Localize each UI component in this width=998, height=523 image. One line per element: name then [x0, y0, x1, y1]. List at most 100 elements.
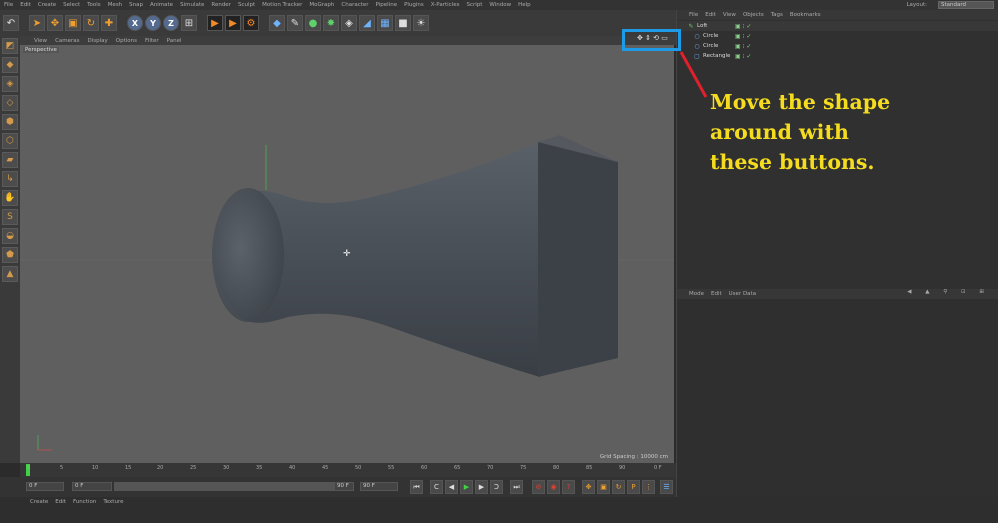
key-scale-icon[interactable]: ▣ [597, 480, 610, 494]
material-menu-function[interactable]: Function [73, 499, 96, 505]
enable-axis-icon[interactable]: ↳ [2, 171, 18, 187]
menu-animate[interactable]: Animate [150, 2, 173, 8]
layout-select[interactable]: Standard [938, 1, 994, 9]
object-item-circle-2[interactable]: ○ Circle ▣ ⁝ ✓ [677, 41, 998, 51]
menu-render[interactable]: Render [211, 2, 231, 8]
tweak-icon[interactable]: ✋ [2, 190, 18, 206]
visibility-flags-icon[interactable]: ▣ ⁝ ✓ [735, 33, 751, 40]
material-menu-edit[interactable]: Edit [55, 499, 66, 505]
camera-icon[interactable]: ■ [395, 15, 411, 31]
cube-primitive-icon[interactable]: ◆ [269, 15, 285, 31]
menu-script[interactable]: Script [466, 2, 482, 8]
menu-motion-tracker[interactable]: Motion Tracker [262, 2, 302, 8]
snap-icon[interactable]: S [2, 209, 18, 225]
viewport-menu-cameras[interactable]: Cameras [55, 38, 79, 44]
visibility-flags-icon[interactable]: ▣ ⁝ ✓ [735, 43, 751, 50]
deformer-icon[interactable]: ◈ [341, 15, 357, 31]
scale-tool-icon[interactable]: ▣ [65, 15, 81, 31]
y-axis-toggle[interactable]: Y [145, 15, 161, 31]
menu-sculpt[interactable]: Sculpt [238, 2, 255, 8]
menu-snap[interactable]: Snap [129, 2, 143, 8]
om-menu-tags[interactable]: Tags [771, 12, 783, 18]
om-menu-edit[interactable]: Edit [705, 12, 716, 18]
attr-menu-edit[interactable]: Edit [711, 291, 722, 297]
menu-mograph[interactable]: MoGraph [309, 2, 334, 8]
model-mode-icon[interactable]: ◆ [2, 57, 18, 73]
floor-icon[interactable]: ◢ [359, 15, 375, 31]
start-frame-field[interactable]: 0 F [72, 482, 112, 491]
next-key-icon[interactable]: Ↄ [490, 480, 503, 494]
key-rotation-icon[interactable]: ↻ [612, 480, 625, 494]
x-axis-toggle[interactable]: X [127, 15, 143, 31]
previous-frame-icon[interactable]: ◀ [445, 480, 458, 494]
menu-mesh[interactable]: Mesh [108, 2, 122, 8]
menu-edit[interactable]: Edit [20, 2, 31, 8]
attribute-nav-icons[interactable]: ◀ ▲ ⚲ ⊡ ⊞ [907, 289, 990, 295]
next-frame-icon[interactable]: ▶ [475, 480, 488, 494]
object-item-loft[interactable]: ✎ Loft ▣ ⁝ ✓ [677, 21, 998, 31]
make-editable-icon[interactable]: ◩ [2, 38, 18, 54]
om-menu-objects[interactable]: Objects [743, 12, 764, 18]
soft-selection-icon[interactable]: ◒ [2, 228, 18, 244]
viewport-menu-options[interactable]: Options [116, 38, 137, 44]
motion-system-icon[interactable]: ☰ [660, 480, 673, 494]
key-pla-icon[interactable]: ⋮ [642, 480, 655, 494]
attr-menu-mode[interactable]: Mode [689, 291, 704, 297]
key-position-icon[interactable]: ✥ [582, 480, 595, 494]
visibility-flags-icon[interactable]: ▣ ⁝ ✓ [735, 23, 751, 30]
workplane-icon[interactable]: ⬟ [2, 247, 18, 263]
keyframe-selection-icon[interactable]: ? [562, 480, 575, 494]
go-to-start-icon[interactable]: ⏮ [410, 480, 423, 494]
end-frame-field[interactable]: 90 F [334, 482, 354, 491]
attr-menu-user-data[interactable]: User Data [729, 291, 756, 297]
edges-mode-icon[interactable]: ⬡ [2, 133, 18, 149]
undo-icon[interactable]: ↶ [3, 15, 19, 31]
rotate-tool-icon[interactable]: ↻ [83, 15, 99, 31]
go-to-end-icon[interactable]: ⏭ [510, 480, 523, 494]
menu-pipeline[interactable]: Pipeline [376, 2, 398, 8]
polygons-mode-icon[interactable]: ▰ [2, 152, 18, 168]
z-axis-toggle[interactable]: Z [163, 15, 179, 31]
menu-select[interactable]: Select [63, 2, 80, 8]
menu-simulate[interactable]: Simulate [180, 2, 204, 8]
record-active-icon[interactable]: ⊘ [532, 480, 545, 494]
render-view-icon[interactable]: ▶ [207, 15, 223, 31]
menu-create[interactable]: Create [38, 2, 56, 8]
select-arrow-icon[interactable]: ➤ [29, 15, 45, 31]
scene-object-icon[interactable]: ▦ [377, 15, 393, 31]
menu-tools[interactable]: Tools [87, 2, 101, 8]
object-item-rectangle[interactable]: ▢ Rectangle ▣ ⁝ ✓ [677, 51, 998, 61]
om-menu-view[interactable]: View [723, 12, 736, 18]
max-frame-field[interactable]: 90 F [360, 482, 398, 491]
workplane-mode-icon[interactable]: ◇ [2, 95, 18, 111]
add-tool-icon[interactable]: ✚ [101, 15, 117, 31]
pen-spline-icon[interactable]: ✎ [287, 15, 303, 31]
points-mode-icon[interactable]: ⬢ [2, 114, 18, 130]
om-menu-file[interactable]: File [689, 12, 698, 18]
frame-range-slider[interactable] [114, 482, 354, 491]
cloner-icon[interactable]: ✸ [323, 15, 339, 31]
menu-file[interactable]: File [4, 2, 13, 8]
menu-window[interactable]: Window [489, 2, 511, 8]
menu-plugins[interactable]: Plugins [404, 2, 424, 8]
play-icon[interactable]: ▶ [460, 480, 473, 494]
material-menu-texture[interactable]: Texture [103, 499, 123, 505]
menu-character[interactable]: Character [341, 2, 368, 8]
menu-x-particles[interactable]: X-Particles [431, 2, 460, 8]
viewport-menu-panel[interactable]: Panel [167, 38, 182, 44]
move-tool-icon[interactable]: ✥ [47, 15, 63, 31]
viewport-menu-display[interactable]: Display [88, 38, 108, 44]
render-settings-icon[interactable]: ⚙ [243, 15, 259, 31]
light-icon[interactable]: ☀ [413, 15, 429, 31]
perspective-viewport[interactable]: Perspective ✛ Grid Spacing : 10000 cm [20, 45, 674, 463]
previous-key-icon[interactable]: C [430, 480, 443, 494]
render-picture-viewer-icon[interactable]: ▶ [225, 15, 241, 31]
material-menu-create[interactable]: Create [30, 499, 48, 505]
timeline-ruler[interactable]: 0 5 10 15 20 25 30 35 40 45 50 55 60 65 … [20, 463, 676, 477]
autokey-icon[interactable]: ◉ [547, 480, 560, 494]
coordinate-system-icon[interactable]: ⊞ [181, 15, 197, 31]
locked-workplane-icon[interactable]: ▲ [2, 266, 18, 282]
texture-mode-icon[interactable]: ◈ [2, 76, 18, 92]
subdivision-surface-icon[interactable]: ● [305, 15, 321, 31]
viewport-menu-filter[interactable]: Filter [145, 38, 159, 44]
